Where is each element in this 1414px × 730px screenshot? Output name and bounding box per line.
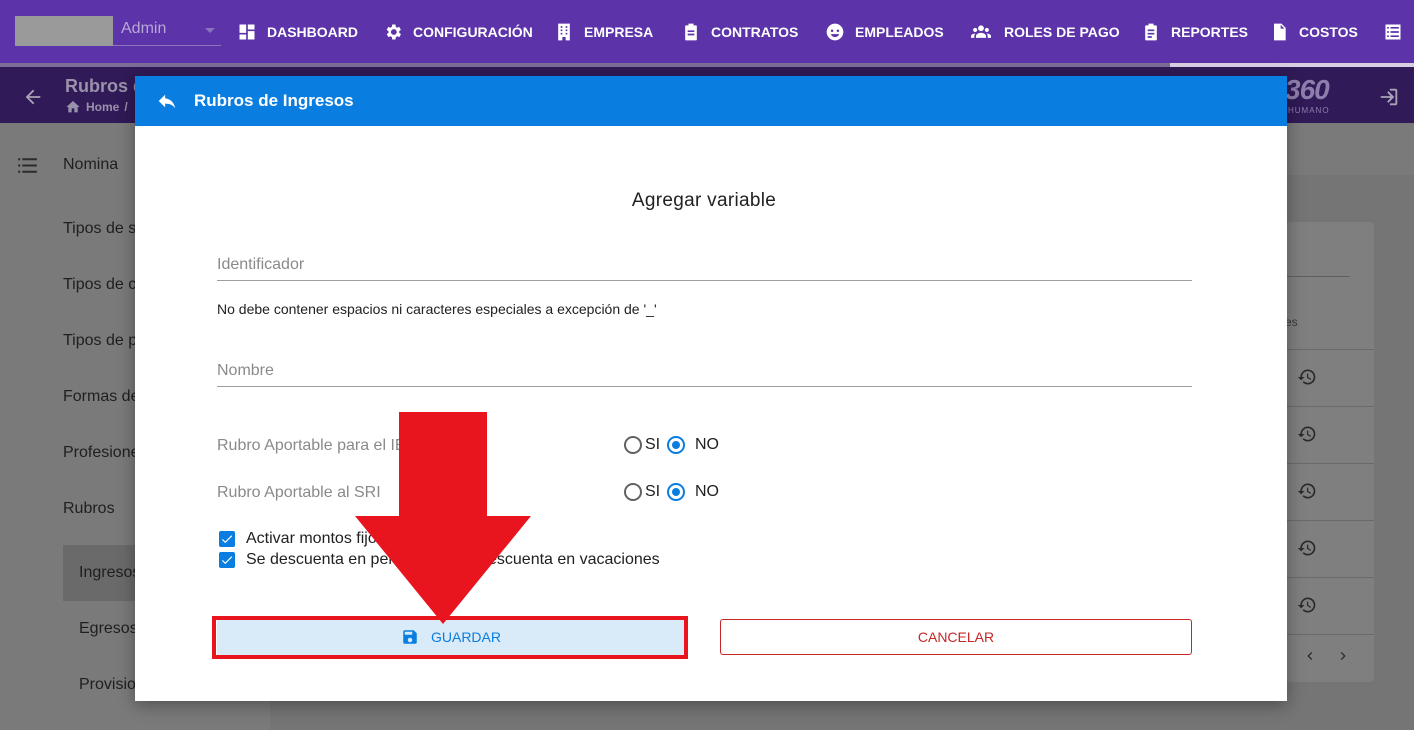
- sidebar-item-rubros[interactable]: Rubros: [63, 500, 115, 518]
- sidebar-item-tipos-s[interactable]: Tipos de s: [63, 220, 136, 238]
- check-icon: [221, 556, 233, 565]
- radio-button[interactable]: [624, 436, 642, 454]
- page-back-button[interactable]: [22, 86, 44, 108]
- logout-button[interactable]: [1378, 86, 1400, 108]
- clipboard-list-icon: [1145, 23, 1157, 41]
- cancel-button[interactable]: CANCELAR: [720, 619, 1192, 655]
- nav-configuracion[interactable]: CONFIGURACIÓN: [383, 20, 533, 44]
- check-icon: [221, 535, 233, 544]
- form-title: Agregar variable: [631, 190, 777, 211]
- users-icon: [971, 25, 991, 38]
- sidebar-item-tipos-p[interactable]: Tipos de p: [63, 332, 137, 350]
- role-select-value: Admin: [121, 20, 167, 37]
- nav-contratos[interactable]: CONTRATOS: [681, 20, 798, 44]
- chevron-right-icon[interactable]: [1335, 648, 1351, 664]
- iess-radio-si[interactable]: SI: [624, 436, 660, 454]
- nombre-field[interactable]: [217, 357, 1192, 387]
- nav-reportes-label: REPORTES: [1171, 24, 1249, 40]
- history-icon[interactable]: [1297, 595, 1317, 615]
- breadcrumb-separator: /: [124, 100, 128, 114]
- nav-costos[interactable]: COSTOS: [1269, 20, 1358, 44]
- sidebar-item-tipos-c[interactable]: Tipos de c: [63, 276, 136, 294]
- radio-button[interactable]: [624, 483, 642, 501]
- nav-roles-de-pago[interactable]: ROLES DE PAGO: [968, 20, 1120, 44]
- table-row-divider: [1285, 520, 1374, 521]
- dialog-back-button[interactable]: [156, 90, 178, 112]
- sidebar-item-formas[interactable]: Formas de: [63, 388, 139, 406]
- radio-option-label: NO: [695, 483, 719, 500]
- nav-empleados-label: EMPLEADOS: [855, 24, 944, 40]
- sidebar-subitem-label: Ingresos: [79, 564, 141, 581]
- chevron-left-icon[interactable]: [1302, 648, 1318, 664]
- role-select[interactable]: Admin: [113, 16, 221, 46]
- montos-fijos-checkbox[interactable]: Activar montos fijo: [219, 530, 377, 548]
- breadcrumb: Home /: [65, 99, 128, 115]
- add-variable-dialog: Rubros de Ingresos Agregar variable No d…: [135, 76, 1287, 701]
- nav-reportes[interactable]: REPORTES: [1141, 20, 1248, 44]
- clipboard-icon: [685, 23, 697, 41]
- radio-option-label: NO: [695, 436, 719, 453]
- file-dollar-icon: [1274, 23, 1286, 41]
- nav-dashboard[interactable]: DASHBOARD: [237, 20, 358, 44]
- gear-icon: [386, 24, 401, 40]
- nav-more[interactable]: [1383, 20, 1403, 44]
- identificador-field[interactable]: [217, 251, 1192, 281]
- chevron-down-icon: [205, 28, 215, 33]
- table-row-divider: [1285, 463, 1374, 464]
- list-icon: [1385, 24, 1401, 40]
- sri-radio-no[interactable]: NO: [667, 483, 719, 501]
- home-icon: [66, 101, 80, 113]
- identificador-input[interactable]: [217, 251, 1192, 279]
- radio-option-label: SI: [645, 436, 661, 453]
- nav-dashboard-label: DASHBOARD: [267, 24, 358, 40]
- nav-configuracion-label: CONFIGURACIÓN: [413, 24, 533, 40]
- table-search-underline: [1285, 276, 1350, 277]
- dialog-header: Rubros de Ingresos: [135, 76, 1287, 126]
- menu-list-icon: [15, 153, 40, 178]
- iess-radio-no[interactable]: NO: [667, 436, 719, 454]
- nav-roles-de-pago-label: ROLES DE PAGO: [1004, 24, 1120, 40]
- sidebar-subitem-label: Egresos: [79, 620, 138, 637]
- brand-subtitle: HUMANO: [1288, 106, 1330, 115]
- sidebar-item-profesiones[interactable]: Profesione: [63, 444, 140, 462]
- company-logo: [15, 16, 113, 46]
- radio-option-label: SI: [645, 483, 661, 500]
- table-row-divider: [1285, 406, 1374, 407]
- radio-button[interactable]: [667, 436, 685, 454]
- nav-costos-label: COSTOS: [1299, 24, 1358, 40]
- logout-icon: [1380, 88, 1398, 106]
- nombre-input[interactable]: [217, 357, 1192, 385]
- checkbox-checked[interactable]: [219, 552, 235, 568]
- nav-empresa-label: EMPRESA: [584, 24, 654, 40]
- page-title: Rubros d: [65, 76, 144, 96]
- sidebar-subitem-label: Provisio: [79, 676, 136, 693]
- down-arrow-annotation: [355, 412, 531, 624]
- dialog-title: Rubros de Ingresos: [194, 91, 354, 110]
- radio-button[interactable]: [667, 483, 685, 501]
- rubros-table-card: es: [1285, 222, 1374, 682]
- dashboard-icon: [239, 24, 255, 40]
- sidebar-title: Nomina: [63, 156, 119, 173]
- history-icon[interactable]: [1297, 367, 1317, 387]
- identificador-hint: No debe contener espacios ni caracteres …: [217, 301, 657, 317]
- checkbox-checked[interactable]: [219, 531, 235, 547]
- nav-empleados[interactable]: EMPLEADOS: [825, 20, 944, 44]
- history-icon[interactable]: [1297, 424, 1317, 444]
- brand-logo: 360: [1285, 74, 1330, 105]
- table-row-divider: [1285, 634, 1374, 635]
- nav-empresa[interactable]: EMPRESA: [554, 20, 653, 44]
- sri-radio-si[interactable]: SI: [624, 483, 660, 501]
- breadcrumb-home[interactable]: Home: [86, 100, 119, 114]
- user-face-icon: [826, 23, 844, 41]
- history-icon[interactable]: [1297, 481, 1317, 501]
- building-icon: [558, 23, 570, 41]
- arrow-left-icon: [25, 89, 41, 105]
- table-row-divider: [1285, 349, 1374, 350]
- reply-arrow-icon: [158, 94, 176, 109]
- top-navbar: Admin DASHBOARD CONFIGURACIÓN EMPRESA CO…: [0, 0, 1414, 63]
- table-row-divider: [1285, 577, 1374, 578]
- history-icon[interactable]: [1297, 538, 1317, 558]
- nav-contratos-label: CONTRATOS: [711, 24, 799, 40]
